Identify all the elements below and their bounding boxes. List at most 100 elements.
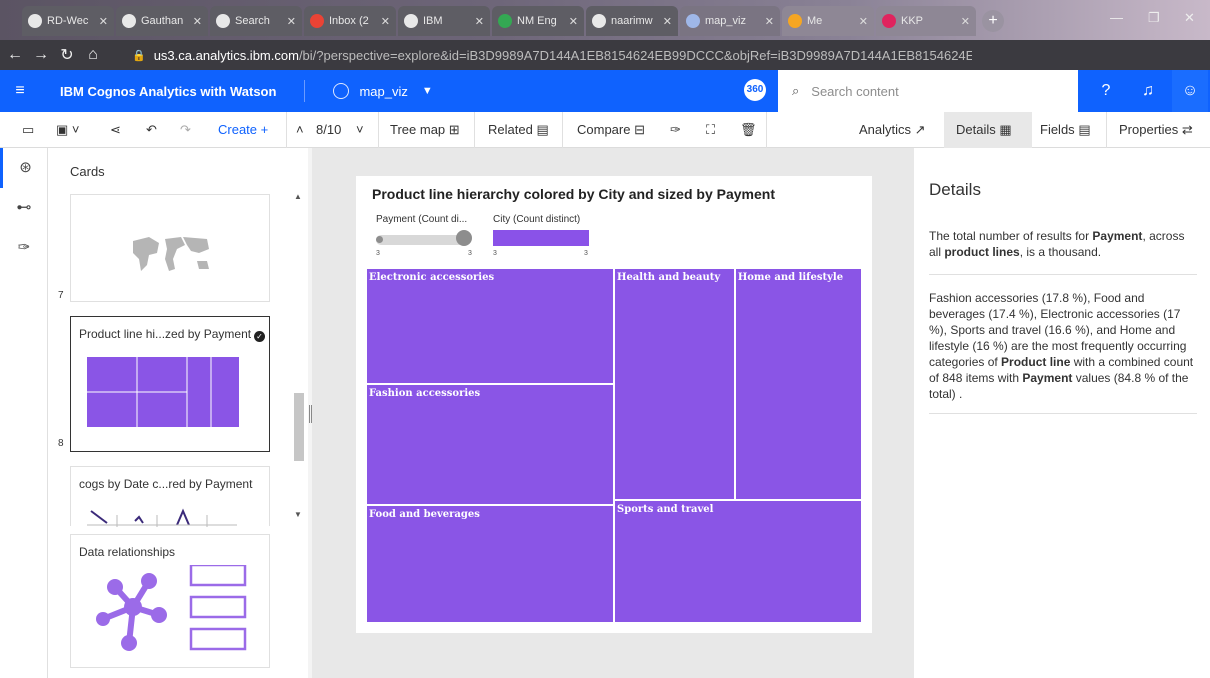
toolbar-divider — [562, 112, 563, 148]
close-icon[interactable]: ✕ — [377, 15, 390, 28]
treemap-cell-label: Home and lifestyle — [737, 272, 844, 283]
browser-tab[interactable]: KKP ✕ — [876, 6, 976, 36]
close-icon[interactable]: ✕ — [565, 15, 578, 28]
hamburger-menu-icon[interactable]: ≡ — [0, 82, 40, 100]
properties-tab[interactable]: Properties ⇄ — [1119, 112, 1193, 148]
treemap-cell[interactable]: Sports and travel — [614, 499, 862, 623]
github-icon — [28, 14, 42, 28]
left-rail: ⊛ ⊷ ✑ — [0, 148, 48, 678]
close-icon[interactable]: ✕ — [471, 15, 484, 28]
close-icon[interactable]: ✕ — [659, 15, 672, 28]
previous-card-icon[interactable]: ˄ — [296, 112, 304, 148]
back-arrow-icon[interactable]: ← — [4, 46, 26, 64]
lock-icon: 🔒 — [132, 49, 146, 62]
treemap-cell-label: Fashion accessories — [369, 387, 481, 399]
help-icon[interactable]: ? — [1088, 70, 1124, 112]
undo-icon[interactable]: ↶ — [146, 112, 157, 148]
card-map[interactable] — [70, 194, 270, 302]
focus-icon[interactable]: ⛶ — [706, 112, 715, 148]
create-button[interactable]: Create + — [218, 112, 268, 148]
close-icon[interactable]: ✕ — [189, 15, 202, 28]
github-icon — [216, 14, 230, 28]
treemap-cell[interactable]: Health and beauty — [614, 268, 735, 500]
checkmark-icon: ✓ — [254, 331, 265, 342]
card-cogs[interactable]: cogs by Date c...red by Payment — [70, 466, 270, 527]
treemap-cell[interactable]: Home and lifestyle — [734, 268, 862, 500]
browser-tab[interactable]: Inbox (2 ✕ — [304, 6, 396, 36]
share-icon[interactable]: ⋖ — [110, 112, 121, 148]
close-icon[interactable]: ✕ — [957, 15, 970, 28]
cards-panel: Cards 7 Product line hi...zed by Payment… — [48, 148, 308, 678]
delete-icon[interactable]: 🗑 — [740, 112, 757, 148]
browser-tab-active[interactable]: map_viz ✕ — [680, 6, 780, 36]
header-divider — [304, 80, 306, 102]
browser-tab[interactable]: naarimw ✕ — [586, 6, 678, 36]
scroll-up-icon[interactable]: ▲ — [294, 192, 302, 201]
toolbar-divider — [378, 112, 379, 148]
cards-scrollbar[interactable]: ▲ ▼ — [292, 188, 306, 528]
redo-icon[interactable]: ↷ — [180, 112, 191, 148]
color-legend-bar — [493, 230, 589, 246]
cards-icon[interactable]: ⊛ — [0, 148, 48, 188]
save-icon[interactable]: ▣ ˅ — [56, 112, 80, 148]
scroll-down-icon[interactable]: ▼ — [294, 510, 302, 519]
next-card-icon[interactable]: ˅ — [356, 112, 364, 148]
details-summary: The total number of results for Payment,… — [929, 229, 1185, 259]
reload-icon[interactable]: ↻ — [56, 45, 78, 65]
pin-icon[interactable]: ✑ — [670, 112, 681, 148]
details-title: Details — [929, 180, 981, 199]
window-close-icon[interactable]: ✕ — [1184, 10, 1195, 26]
browser-tab[interactable]: RD-Wec ✕ — [22, 6, 114, 36]
badge-360[interactable]: 360 — [744, 79, 766, 101]
search-input[interactable]: ⌕ Search content — [778, 70, 1078, 112]
treemap-cell[interactable]: Food and beverages — [366, 504, 614, 623]
analytics-tab[interactable]: Analytics ↗ — [859, 112, 926, 148]
exploration-icon — [333, 83, 350, 99]
size-legend-max-handle[interactable] — [456, 230, 472, 246]
home-icon[interactable]: ⌂ — [82, 46, 104, 64]
size-legend-slider[interactable] — [376, 235, 468, 245]
size-legend-min-handle[interactable] — [376, 236, 383, 243]
browser-tab[interactable]: Gauthan ✕ — [116, 6, 208, 36]
notification-bell-icon[interactable]: ♫ — [1130, 70, 1166, 112]
browser-tab[interactable]: Search ✕ — [210, 6, 302, 36]
maximize-icon[interactable]: ❐ — [1148, 10, 1160, 26]
card-data-relationships[interactable]: Data relationships — [70, 534, 270, 668]
fields-tab[interactable]: Fields ▤ — [1040, 112, 1091, 148]
cards-title: Cards — [70, 164, 105, 179]
close-icon[interactable]: ✕ — [95, 15, 108, 28]
compare-button[interactable]: Compare ⊟ — [577, 112, 645, 148]
browser-tab[interactable]: IBM ✕ — [398, 6, 490, 36]
card-number: 7 — [58, 290, 64, 301]
legend-tick: 3 — [493, 250, 497, 257]
toolbar-divider — [474, 112, 475, 148]
pin-icon[interactable]: ✑ — [0, 228, 48, 268]
tree-map-button[interactable]: Tree map ⊞ — [390, 112, 460, 148]
divider — [929, 413, 1197, 414]
scroll-thumb[interactable] — [294, 393, 304, 461]
details-tab[interactable]: Details ▦ — [944, 112, 1032, 148]
card-treemap[interactable]: Product line hi...zed by Payment ✓ — [70, 316, 270, 452]
treemap-cell[interactable]: Fashion accessories — [366, 383, 614, 505]
treemap-cell-label: Electronic accessories — [369, 272, 495, 283]
url-field[interactable]: 🔒 us3.ca.analytics.ibm.com/bi/?perspecti… — [132, 44, 972, 66]
related-button[interactable]: Related ▤ — [488, 112, 549, 148]
close-icon[interactable]: ✕ — [855, 15, 868, 28]
view-selector[interactable]: map_viz ▼ — [333, 83, 433, 99]
treemap-thumbnail — [87, 357, 239, 427]
close-icon[interactable]: ✕ — [283, 15, 296, 28]
forward-arrow-icon[interactable]: → — [30, 46, 52, 64]
analytics-icon: ↗ — [914, 122, 926, 137]
minimize-icon[interactable]: — — [1110, 10, 1123, 25]
browser-tab[interactable]: Me ✕ — [782, 6, 874, 36]
legend-size-label: Payment (Count di... — [376, 214, 468, 225]
new-tab-button[interactable]: + — [982, 10, 1004, 32]
world-map-icon — [133, 237, 209, 271]
relationships-icon[interactable]: ⊷ — [0, 188, 48, 228]
comment-icon[interactable]: ▭ — [22, 112, 34, 148]
address-bar: ← → ↻ ⌂ 🔒 us3.ca.analytics.ibm.com/bi/?p… — [0, 40, 1210, 103]
browser-tab[interactable]: NM Eng ✕ — [492, 6, 584, 36]
user-avatar-icon[interactable]: ☺ — [1172, 70, 1208, 112]
treemap-cell[interactable]: Electronic accessories — [366, 268, 614, 384]
close-icon[interactable]: ✕ — [761, 15, 774, 28]
